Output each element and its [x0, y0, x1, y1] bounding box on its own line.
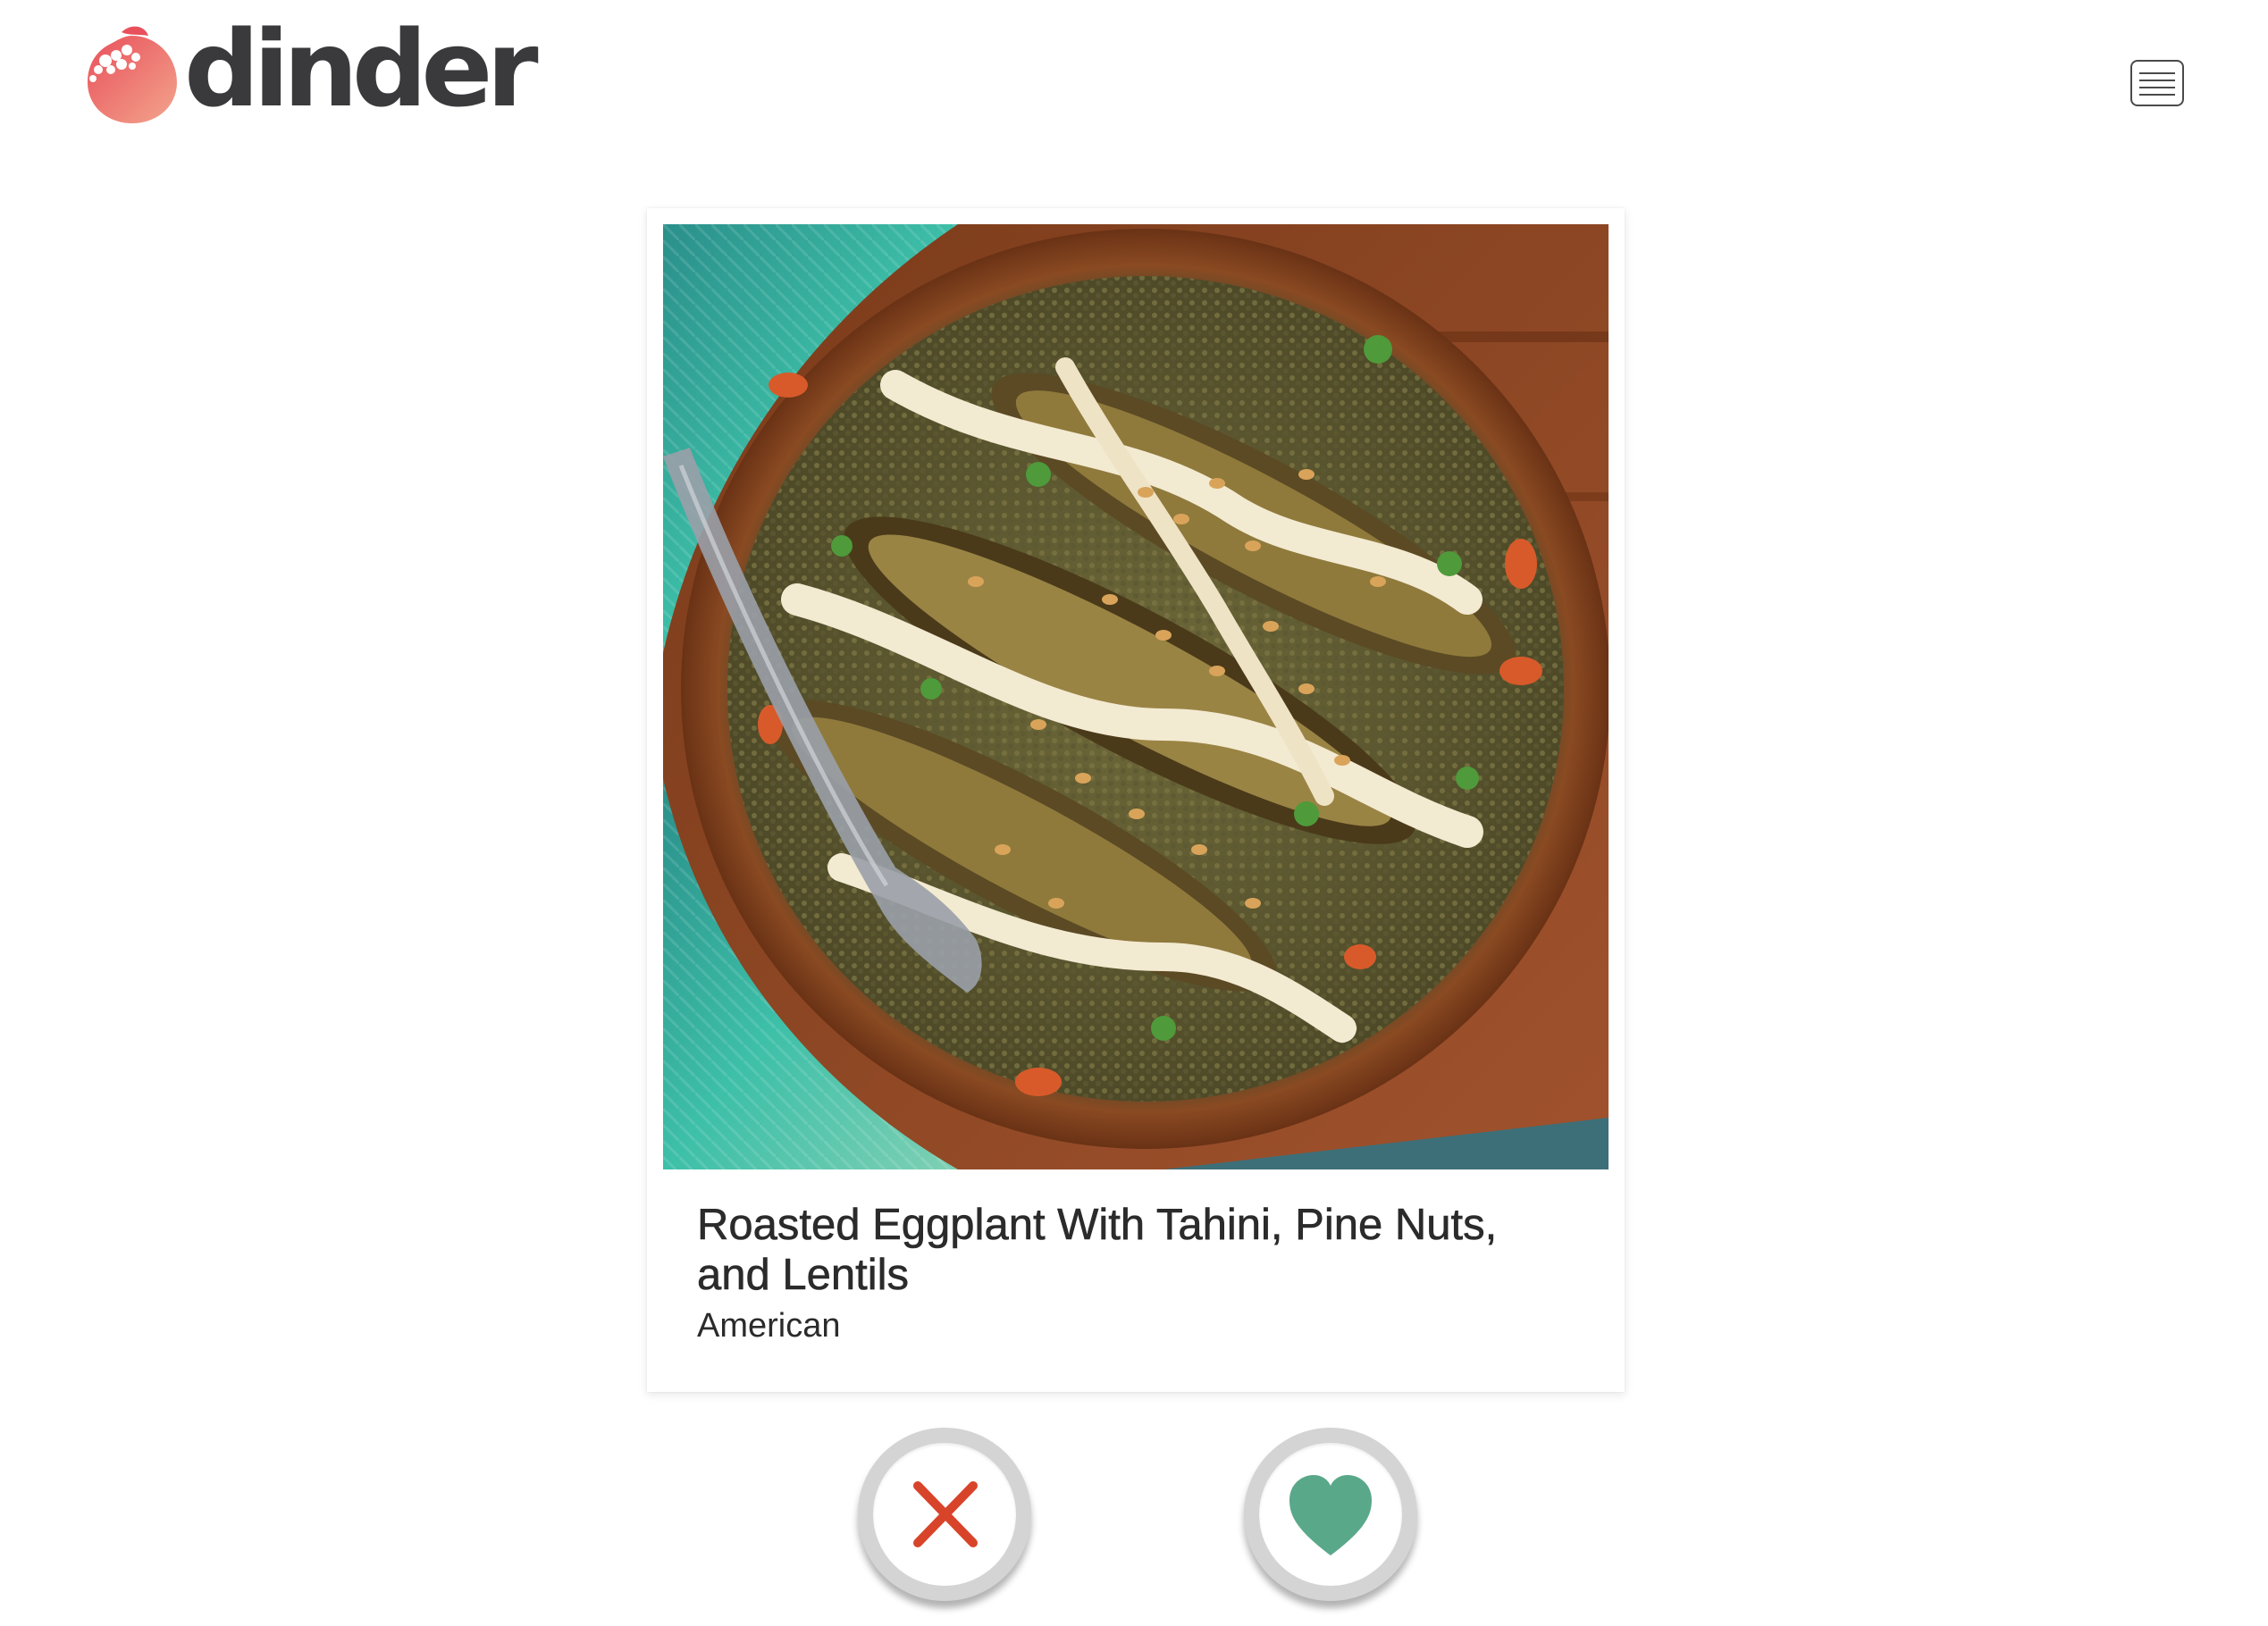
header: dinder [0, 0, 2268, 179]
recipe-card[interactable]: Roasted Eggplant With Tahini, Pine Nuts,… [647, 208, 1625, 1392]
dislike-button[interactable] [858, 1428, 1031, 1601]
recipe-title: Roasted Eggplant With Tahini, Pine Nuts,… [697, 1201, 1498, 1300]
hamburger-icon [2139, 72, 2175, 96]
dinder-logo[interactable]: dinder [86, 16, 539, 127]
food-photo [663, 224, 1609, 1169]
recipe-cuisine: American [697, 1307, 841, 1345]
like-button[interactable] [1244, 1428, 1417, 1601]
logo-text: dinder [184, 7, 539, 130]
recipe-photo [663, 224, 1609, 1169]
dislike-button-face[interactable] [873, 1443, 1016, 1586]
x-icon [913, 1481, 978, 1547]
like-button-face[interactable] [1259, 1443, 1402, 1586]
logo-mark-icon [88, 26, 177, 123]
recipe-info: Roasted Eggplant With Tahini, Pine Nuts,… [697, 1200, 1573, 1348]
heart-icon [1289, 1475, 1372, 1555]
menu-button[interactable] [2130, 60, 2184, 106]
